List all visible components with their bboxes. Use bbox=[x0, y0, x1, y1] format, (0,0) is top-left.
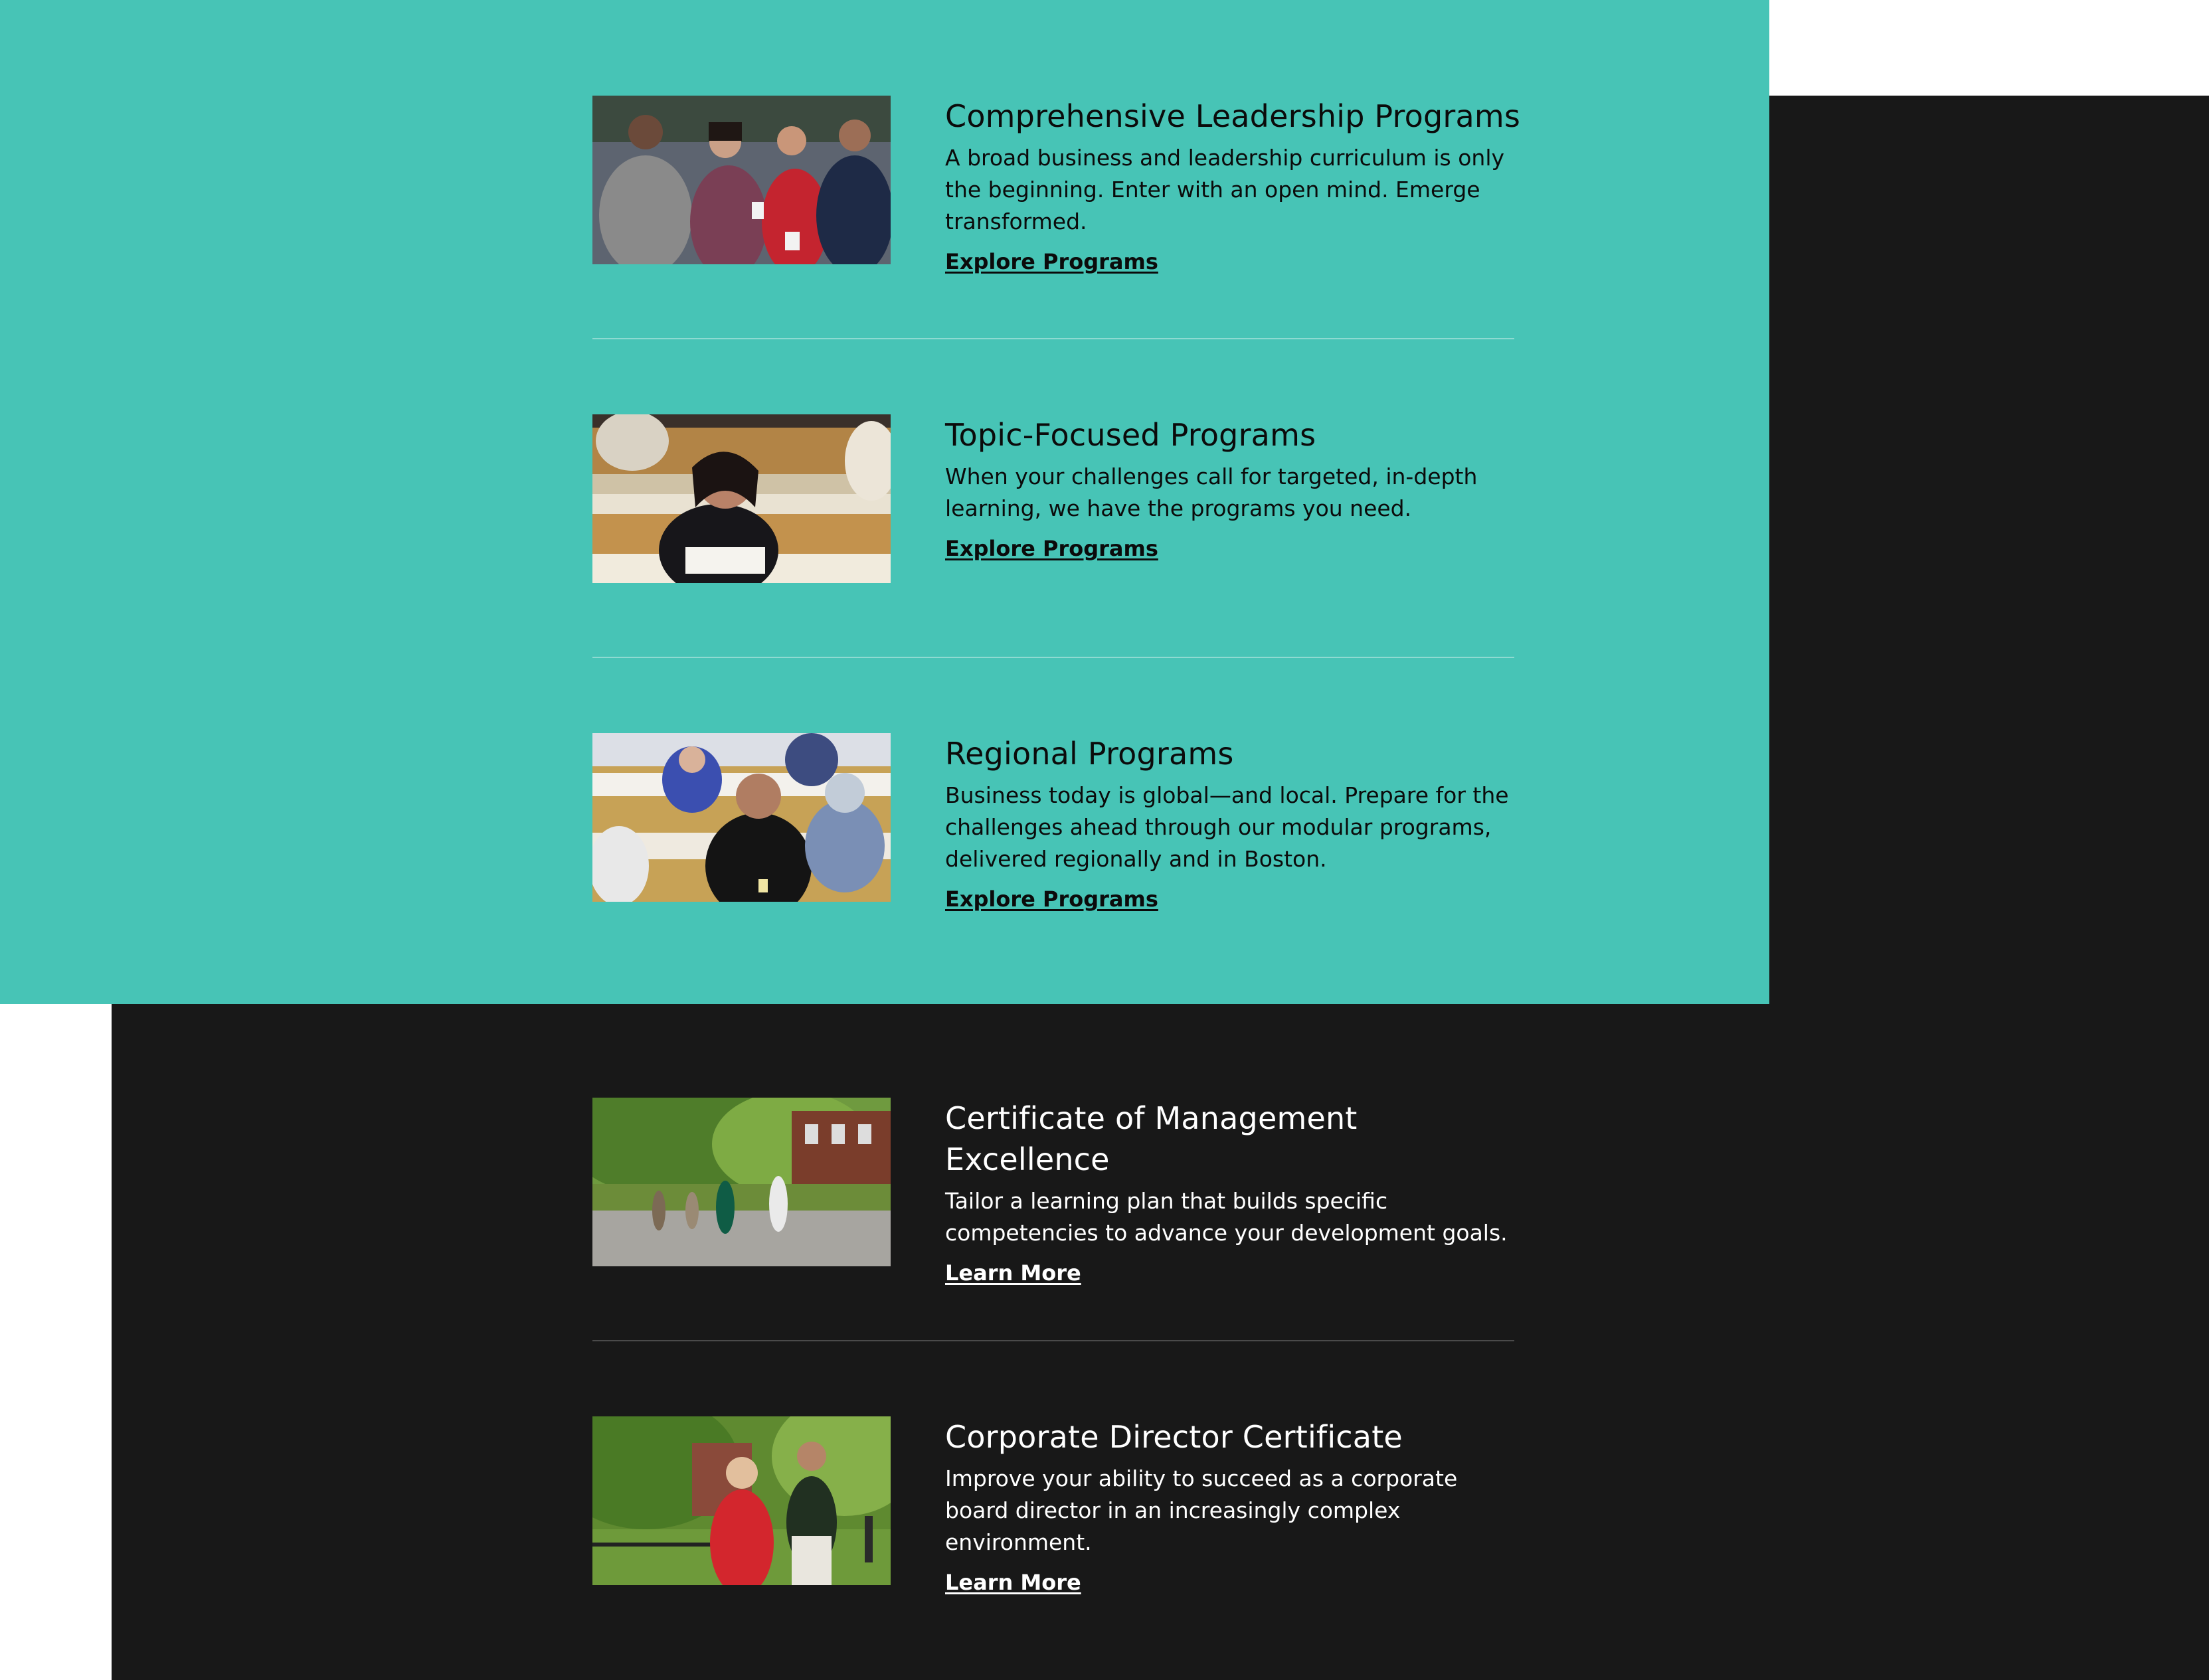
certificate-text: Certificate of Management Excellence Tai… bbox=[945, 1098, 1522, 1288]
campus-pair-photo bbox=[592, 1416, 891, 1585]
program-text: Comprehensive Leadership Programs A broa… bbox=[945, 96, 1522, 276]
program-title: Comprehensive Leadership Programs bbox=[945, 98, 1521, 134]
program-text: Regional Programs Business today is glob… bbox=[945, 733, 1522, 914]
certificate-title: Corporate Director Certificate bbox=[945, 1419, 1403, 1455]
program-description: Business today is global—and local. Prep… bbox=[945, 782, 1509, 872]
section-divider bbox=[592, 1340, 1514, 1341]
program-card-comprehensive: Comprehensive Leadership Programs A broa… bbox=[592, 96, 1522, 274]
program-card-regional: Regional Programs Business today is glob… bbox=[592, 733, 1522, 912]
certificate-image-campus-pair[interactable] bbox=[592, 1416, 891, 1585]
certificate-text: Corporate Director Certificate Improve y… bbox=[945, 1416, 1522, 1597]
classroom-photo bbox=[592, 414, 891, 583]
certificate-title: Certificate of Management Excellence bbox=[945, 1100, 1358, 1177]
program-image-networking[interactable] bbox=[592, 96, 891, 264]
program-image-participants[interactable] bbox=[592, 733, 891, 902]
networking-photo bbox=[592, 96, 891, 264]
participants-photo bbox=[592, 733, 891, 902]
certificate-card-corporate-director: Corporate Director Certificate Improve y… bbox=[592, 1416, 1522, 1595]
section-divider bbox=[592, 338, 1514, 339]
section-divider bbox=[592, 657, 1514, 658]
learn-more-link[interactable]: Learn More bbox=[945, 1258, 1081, 1288]
program-text: Topic-Focused Programs When your challen… bbox=[945, 414, 1522, 563]
program-title: Regional Programs bbox=[945, 736, 1234, 772]
certificate-description: Tailor a learning plan that builds speci… bbox=[945, 1188, 1508, 1246]
program-image-classroom[interactable] bbox=[592, 414, 891, 583]
certificate-card-management-excellence: Certificate of Management Excellence Tai… bbox=[592, 1098, 1522, 1286]
program-title: Topic-Focused Programs bbox=[945, 417, 1316, 453]
certificate-image-campus-walkway[interactable] bbox=[592, 1098, 891, 1266]
explore-programs-link[interactable]: Explore Programs bbox=[945, 534, 1158, 563]
certificate-description: Improve your ability to succeed as a cor… bbox=[945, 1466, 1458, 1555]
explore-programs-link[interactable]: Explore Programs bbox=[945, 247, 1158, 276]
learn-more-link[interactable]: Learn More bbox=[945, 1568, 1081, 1597]
program-card-topic-focused: Topic-Focused Programs When your challen… bbox=[592, 414, 1522, 584]
explore-programs-link[interactable]: Explore Programs bbox=[945, 884, 1158, 914]
program-description: A broad business and leadership curricul… bbox=[945, 145, 1505, 234]
program-description: When your challenges call for targeted, … bbox=[945, 463, 1478, 521]
campus-walkway-photo bbox=[592, 1098, 891, 1266]
